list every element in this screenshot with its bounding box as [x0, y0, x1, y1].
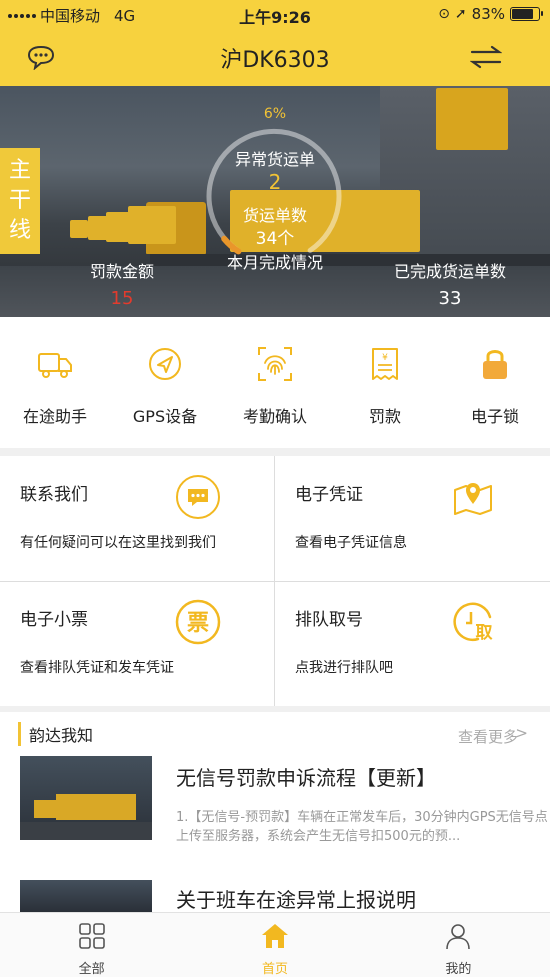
- grid-divider-horizontal: [0, 581, 550, 582]
- bottom-tab-bar: 全部 首页 我的: [0, 912, 550, 977]
- abnormal-waybill-label: 异常货运单: [234, 150, 315, 169]
- ticket-icon: 票: [175, 599, 221, 645]
- hero-banner: 主干线 6% 异常货运单 2 货运单数 34个 本月完成情况 罚款金额 15 已…: [0, 86, 550, 317]
- orientation-lock-icon: ⊙: [438, 6, 450, 22]
- tab-home[interactable]: 首页: [183, 913, 366, 977]
- news-more-link[interactable]: 查看更多: [458, 726, 518, 747]
- card-title: 电子凭证: [295, 485, 363, 505]
- news-section-title: 韵达我知: [18, 722, 93, 746]
- news-desc: 1.【无信号-预罚款】车辆在正常发车后，30分钟内GPS无信号点上传至服务器，系…: [176, 810, 548, 844]
- location-icon: ➚: [454, 6, 467, 22]
- switch-arrows-icon[interactable]: [470, 44, 502, 70]
- card-title: 联系我们: [20, 485, 88, 505]
- completed-waybill-value: 33: [438, 288, 462, 309]
- card-desc: 点我进行排队吧: [295, 660, 393, 676]
- queue-clock-icon: 取: [453, 602, 493, 643]
- fine-amount-stat: 罚款金额 15: [74, 258, 170, 309]
- action-attendance-confirm[interactable]: 考勤确认: [220, 317, 330, 448]
- grid-icon: [78, 923, 105, 949]
- action-label: GPS设备: [132, 407, 198, 426]
- card-desc: 查看排队凭证和发车凭证: [20, 660, 174, 676]
- page-title: 沪DK6303: [220, 48, 330, 73]
- queue-icon-text: 取: [476, 623, 493, 643]
- news-thumbnail: [20, 880, 152, 912]
- news-title: 关于班车在途异常上报说明: [176, 888, 416, 912]
- tab-all[interactable]: 全部: [0, 913, 183, 977]
- action-label: 电子锁: [470, 407, 519, 426]
- status-bar: 中国移动 4G 上午9:26 ⊙ ➚ 83%: [0, 0, 550, 28]
- news-thumbnail: [20, 756, 152, 840]
- card-electronic-ticket[interactable]: 电子小票 查看排队凭证和发车凭证 票: [0, 581, 275, 706]
- waybill-count-value: 34个: [255, 229, 295, 249]
- card-desc: 有任何疑问可以在这里找到我们: [20, 535, 216, 551]
- tab-label: 全部: [78, 962, 105, 977]
- fingerprint-icon: [258, 347, 292, 381]
- completed-waybill-label: 已完成货运单数: [393, 262, 506, 281]
- tab-label: 我的: [445, 962, 472, 977]
- action-gps-device[interactable]: GPS设备: [110, 317, 220, 448]
- action-label: 考勤确认: [242, 407, 307, 426]
- news-title: 无信号罚款申诉流程【更新】: [176, 766, 436, 790]
- card-title: 排队取号: [295, 610, 363, 630]
- chat-bubble-icon: [176, 475, 220, 519]
- action-electronic-lock[interactable]: 电子锁: [440, 317, 550, 448]
- card-title: 电子小票: [20, 610, 88, 630]
- battery-percent: 83%: [471, 5, 505, 23]
- completed-waybill-stat: 已完成货运单数 33: [388, 258, 512, 309]
- card-electronic-voucher[interactable]: 电子凭证 查看电子凭证信息: [275, 456, 550, 581]
- lock-icon: [483, 350, 507, 379]
- ticket-icon-text: 票: [187, 611, 209, 636]
- action-label: 在途助手: [22, 407, 87, 426]
- card-desc: 查看电子凭证信息: [295, 535, 407, 551]
- tab-label: 首页: [261, 962, 288, 977]
- card-contact-us[interactable]: 联系我们 有任何疑问可以在这里找到我们: [0, 456, 275, 581]
- card-queue-number[interactable]: 排队取号 点我进行排队吧 取: [275, 581, 550, 706]
- map-pin-icon: [454, 483, 492, 515]
- service-grid: 联系我们 有任何疑问可以在这里找到我们 电子凭证 查看电子凭证信息 电子小票 查…: [0, 456, 550, 706]
- top-bar: 中国移动 4G 上午9:26 ⊙ ➚ 83% 沪DK6303: [0, 0, 550, 86]
- tab-mine[interactable]: 我的: [367, 913, 550, 977]
- receipt-icon: ¥: [372, 348, 398, 380]
- progress-percent: 6%: [263, 106, 287, 122]
- fine-amount-value: 15: [110, 288, 134, 309]
- battery-icon: [510, 7, 543, 21]
- action-in-transit-assistant[interactable]: 在途助手: [0, 317, 110, 448]
- truck-icon: [38, 353, 72, 378]
- fine-amount-label: 罚款金额: [89, 262, 154, 281]
- chevron-right-icon[interactable]: >: [515, 724, 528, 742]
- svg-text:¥: ¥: [382, 353, 388, 363]
- action-fines[interactable]: ¥ 罚款: [330, 317, 440, 448]
- quick-actions: 在途助手 GPS设备 考勤确认 ¥ 罚款 电子锁: [0, 317, 550, 448]
- news-section: 韵达我知 查看更多 > 无信号罚款申诉流程【更新】 1.【无信号-预罚款】车辆在…: [0, 712, 550, 912]
- abnormal-waybill-value: 2: [268, 170, 282, 194]
- profile-icon: [446, 924, 471, 950]
- waybill-count-label: 货运单数: [242, 206, 307, 225]
- action-label: 罚款: [368, 407, 401, 426]
- gps-icon: [149, 348, 181, 380]
- home-icon: [261, 924, 288, 948]
